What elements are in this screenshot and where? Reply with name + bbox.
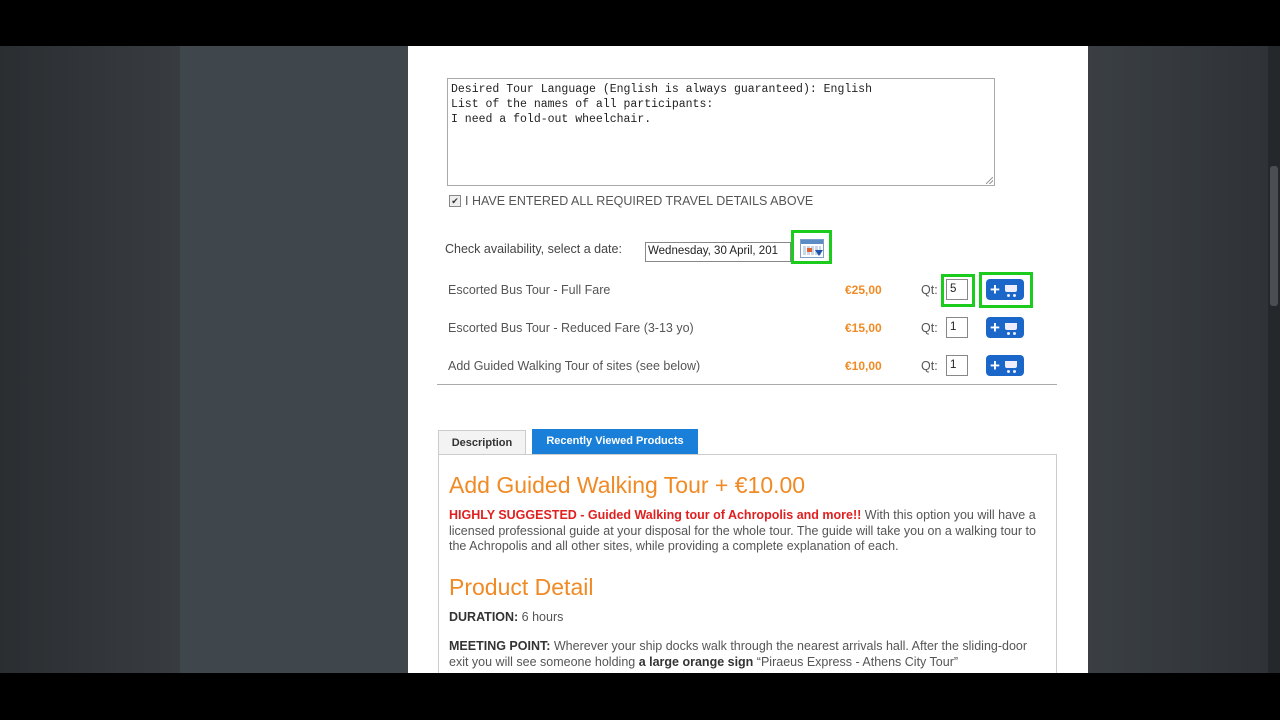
add-to-cart-button[interactable]: + [986,317,1024,338]
scrollbar-thumb[interactable] [1270,166,1278,306]
highlight-calendar [791,230,832,264]
qty-label: Qt: [921,359,938,373]
letterbox-bottom [0,673,1280,720]
meeting-point-info: MEETING POINT: Wherever your ship docks … [449,639,1049,670]
product-price: €25,00 [845,283,882,297]
walking-tour-description: HIGHLY SUGGESTED - Guided Walking tour o… [449,508,1049,555]
notes-line: List of the names of all participants: [451,98,714,111]
cart-icon [1005,361,1017,368]
background-left [0,46,180,673]
resize-handle-icon[interactable] [986,177,993,184]
product-row: Escorted Bus Tour - Reduced Fare (3-13 y… [448,317,1048,341]
qty-label: Qt: [921,283,938,297]
product-name: Add Guided Walking Tour of sites (see be… [448,359,701,373]
plus-icon: + [990,356,1000,375]
background-pattern [180,46,408,673]
product-price: €10,00 [845,359,882,373]
highlight-cart [979,272,1033,308]
qty-label: Qt: [921,321,938,335]
product-name: Escorted Bus Tour - Full Fare [448,283,611,297]
letterbox-top [0,0,1280,46]
cart-icon [1005,323,1017,330]
tab-description[interactable]: Description [438,430,526,454]
product-name: Escorted Bus Tour - Reduced Fare (3-13 y… [448,321,694,335]
section-divider [437,384,1057,385]
product-detail-heading: Product Detail [449,574,594,600]
add-to-cart-button[interactable]: + [986,355,1024,376]
duration-info: DURATION: 6 hours [449,610,563,624]
suggested-text: HIGHLY SUGGESTED - Guided Walking tour o… [449,508,862,522]
travel-details-textarea[interactable]: Desired Tour Language (English is always… [447,78,995,186]
product-price: €15,00 [845,321,882,335]
tab-recently-viewed[interactable]: Recently Viewed Products [532,429,698,454]
background-right [1088,46,1280,673]
confirm-label: I HAVE ENTERED ALL REQUIRED TRAVEL DETAI… [465,194,814,208]
browser-viewport: Desired Tour Language (English is always… [0,46,1280,673]
duration-label: DURATION: [449,610,519,624]
page-scrollbar[interactable] [1268,46,1280,673]
notes-line: Desired Tour Language (English is always… [451,83,872,96]
details-confirm[interactable]: ✔ I HAVE ENTERED ALL REQUIRED TRAVEL DET… [449,194,813,208]
highlight-qty [941,274,975,307]
meeting-sign: a large orange sign [638,654,754,669]
date-field[interactable]: Wednesday, 30 April, 201 [645,242,791,262]
plus-icon: + [990,318,1000,337]
qty-input[interactable]: 1 [946,355,968,376]
product-page: Desired Tour Language (English is always… [408,46,1088,673]
duration-value: 6 hours [518,610,564,624]
confirm-checkbox[interactable]: ✔ [449,195,461,207]
availability-label: Check availability, select a date: [445,242,622,256]
product-row: Add Guided Walking Tour of sites (see be… [448,355,1048,379]
meeting-label: MEETING POINT: [449,639,551,653]
walking-tour-heading: Add Guided Walking Tour + €10.00 [449,472,806,498]
meeting-quote: “Piraeus Express - Athens City Tour” [753,654,959,669]
notes-line: I need a fold-out wheelchair. [451,113,652,126]
qty-input[interactable]: 1 [946,317,968,338]
